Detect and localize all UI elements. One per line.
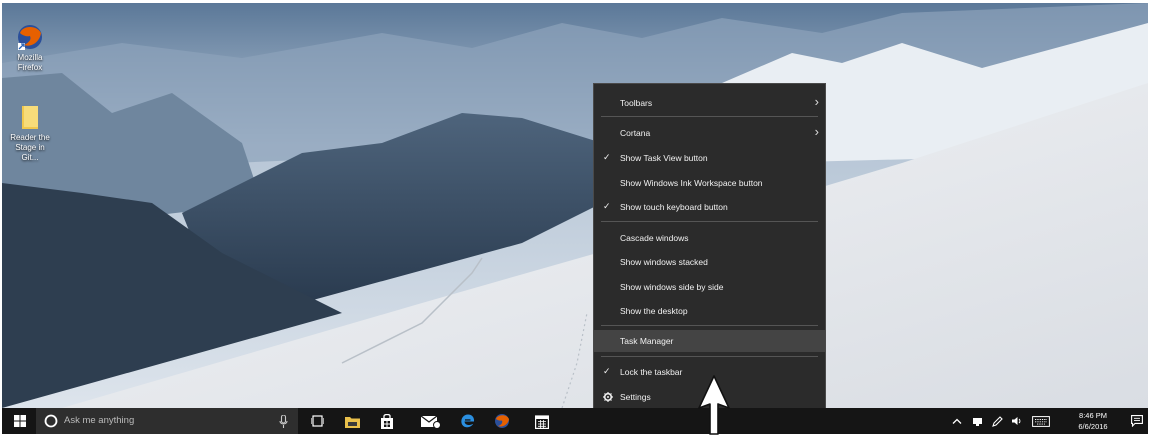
menu-separator bbox=[601, 221, 818, 222]
action-center-button[interactable] bbox=[1128, 408, 1146, 434]
microphone-icon[interactable] bbox=[279, 415, 288, 428]
menu-item-side-by-side[interactable]: Show windows side by side bbox=[594, 276, 825, 298]
desktop-icon-label: Mozilla Firefox bbox=[17, 53, 43, 72]
taskbar-firefox[interactable] bbox=[489, 408, 515, 434]
taskbar-file-explorer[interactable] bbox=[339, 408, 365, 434]
taskbar-mail[interactable] bbox=[416, 408, 446, 434]
taskbar-clock[interactable]: 8:46 PM 6/6/2016 bbox=[1074, 410, 1112, 432]
menu-item-toolbars[interactable]: Toolbars › bbox=[594, 92, 825, 114]
firefox-icon bbox=[18, 25, 42, 50]
network-icon bbox=[972, 417, 982, 426]
search-placeholder: Ask me anything bbox=[64, 415, 135, 426]
menu-item-cortana[interactable]: Cortana › bbox=[594, 122, 825, 144]
menu-item-show-touch-keyboard[interactable]: ✓ Show touch keyboard button bbox=[594, 196, 825, 218]
action-center-icon bbox=[1131, 415, 1143, 427]
taskbar-calendar[interactable] bbox=[529, 408, 555, 434]
menu-item-show-ink-workspace[interactable]: Show Windows Ink Workspace button bbox=[594, 172, 825, 194]
menu-item-label: Settings bbox=[620, 392, 651, 402]
taskbar-context-menu: Toolbars › Cortana › ✓ Show Task View bu… bbox=[593, 83, 826, 412]
tray-volume[interactable] bbox=[1008, 408, 1024, 434]
menu-item-windows-stacked[interactable]: Show windows stacked bbox=[594, 251, 825, 273]
start-button[interactable] bbox=[6, 408, 34, 434]
desktop-screen: Mozilla Firefox Reader the Stage in Git.… bbox=[2, 3, 1148, 434]
menu-separator bbox=[601, 356, 818, 357]
menu-separator bbox=[601, 116, 818, 117]
volume-icon bbox=[1011, 417, 1020, 425]
menu-item-label: Show touch keyboard button bbox=[620, 202, 728, 212]
keyboard-icon bbox=[1032, 415, 1050, 427]
menu-item-label: Show windows stacked bbox=[620, 257, 708, 267]
clock-date: 6/6/2016 bbox=[1078, 422, 1108, 431]
clock-time: 8:46 PM bbox=[1079, 411, 1107, 420]
desktop-wallpaper bbox=[2, 3, 1148, 408]
menu-item-show-desktop[interactable]: Show the desktop bbox=[594, 300, 825, 322]
tray-chevron-up[interactable] bbox=[949, 408, 965, 434]
gear-icon bbox=[603, 392, 613, 402]
task-view-icon bbox=[310, 415, 324, 427]
checkmark-icon: ✓ bbox=[603, 152, 611, 162]
taskbar-store[interactable] bbox=[374, 408, 400, 434]
firefox-icon bbox=[495, 414, 509, 428]
taskbar-task-view[interactable] bbox=[304, 408, 330, 434]
store-icon bbox=[381, 413, 393, 429]
cortana-search-box[interactable]: Ask me anything bbox=[36, 408, 298, 434]
checkmark-icon: ✓ bbox=[603, 366, 611, 376]
windows-logo-icon bbox=[14, 415, 26, 427]
calendar-icon bbox=[535, 414, 549, 429]
menu-item-label: Show Task View button bbox=[620, 153, 708, 163]
tray-touch-keyboard[interactable] bbox=[1029, 408, 1053, 434]
menu-item-cascade-windows[interactable]: Cascade windows bbox=[594, 227, 825, 249]
desktop-icon-firefox[interactable]: Mozilla Firefox bbox=[6, 23, 54, 73]
menu-item-show-task-view[interactable]: ✓ Show Task View button bbox=[594, 147, 825, 169]
edge-icon bbox=[460, 414, 474, 427]
chevron-up-icon bbox=[952, 418, 962, 424]
menu-item-label: Show Windows Ink Workspace button bbox=[620, 178, 763, 188]
menu-item-label: Show windows side by side bbox=[620, 282, 724, 292]
cortana-circle-icon bbox=[44, 414, 58, 428]
file-explorer-icon bbox=[344, 416, 360, 428]
chevron-right-icon: › bbox=[814, 94, 819, 109]
mouse-pointer-icon bbox=[698, 375, 730, 435]
mail-icon bbox=[421, 415, 441, 428]
desktop-icon-label: Reader the Stage in Git... bbox=[10, 133, 50, 162]
taskbar-edge[interactable] bbox=[454, 408, 480, 434]
pen-icon bbox=[991, 415, 1003, 427]
menu-item-task-manager[interactable]: Task Manager bbox=[594, 330, 825, 352]
tray-network[interactable] bbox=[969, 408, 985, 434]
menu-item-label: Cascade windows bbox=[620, 233, 689, 243]
tray-windows-ink[interactable] bbox=[989, 408, 1005, 434]
menu-item-label: Toolbars bbox=[620, 98, 653, 108]
chevron-right-icon: › bbox=[814, 124, 819, 139]
menu-item-label: Cortana bbox=[620, 128, 651, 138]
folder-icon bbox=[22, 106, 38, 129]
menu-item-label: Task Manager bbox=[620, 336, 674, 346]
checkmark-icon: ✓ bbox=[603, 201, 611, 211]
menu-separator bbox=[601, 325, 818, 326]
taskbar: Ask me anything 8:46 PM 6/6/2016 bbox=[2, 408, 1148, 434]
menu-item-label: Show the desktop bbox=[620, 306, 688, 316]
menu-item-label: Lock the taskbar bbox=[620, 367, 683, 377]
desktop-icon-folder[interactable]: Reader the Stage in Git... bbox=[6, 103, 54, 163]
